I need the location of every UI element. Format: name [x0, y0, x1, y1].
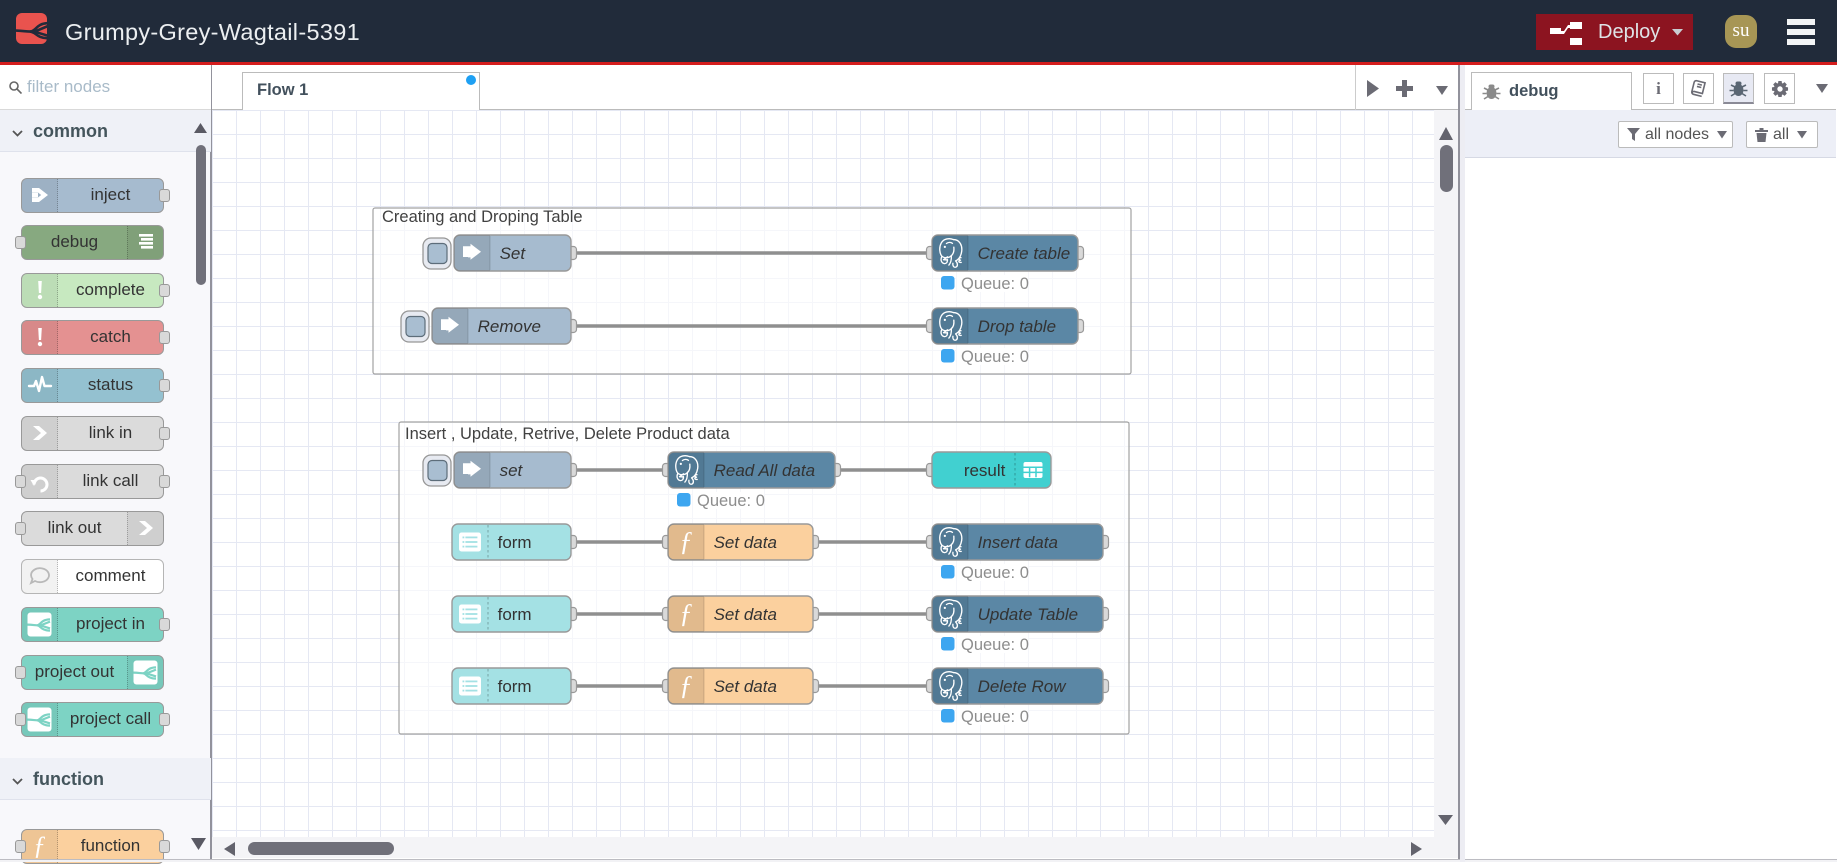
svg-text:Set data: Set data [714, 605, 777, 624]
svg-text:Queue: 0: Queue: 0 [961, 348, 1029, 366]
svg-text:Creating and Droping Table: Creating and Droping Table [382, 208, 583, 226]
svg-text:Set: Set [500, 244, 527, 263]
svg-text:set: set [500, 461, 524, 480]
svg-text:Create table: Create table [978, 244, 1071, 263]
svg-text:ƒ: ƒ [679, 670, 693, 700]
svg-text:Drop table: Drop table [978, 317, 1056, 336]
svg-text:form: form [498, 533, 532, 552]
svg-text:ƒ: ƒ [679, 598, 693, 628]
svg-text:Queue: 0: Queue: 0 [961, 275, 1029, 293]
svg-text:Insert , Update, Retrive, Dele: Insert , Update, Retrive, Delete Product… [405, 425, 730, 443]
svg-text:Queue: 0: Queue: 0 [697, 492, 765, 510]
svg-text:Queue: 0: Queue: 0 [961, 708, 1029, 726]
svg-text:Set data: Set data [714, 677, 777, 696]
svg-text:Read All data: Read All data [714, 461, 815, 480]
svg-text:Remove: Remove [478, 317, 541, 336]
svg-text:form: form [498, 677, 532, 696]
svg-text:Delete Row: Delete Row [978, 677, 1068, 696]
svg-text:form: form [498, 605, 532, 624]
svg-text:Set data: Set data [714, 533, 777, 552]
svg-text:Queue: 0: Queue: 0 [961, 564, 1029, 582]
svg-text:Queue: 0: Queue: 0 [961, 636, 1029, 654]
svg-text:ƒ: ƒ [679, 526, 693, 556]
svg-text:Insert data: Insert data [978, 533, 1058, 552]
svg-text:result: result [964, 461, 1006, 480]
svg-text:Update Table: Update Table [978, 605, 1079, 624]
